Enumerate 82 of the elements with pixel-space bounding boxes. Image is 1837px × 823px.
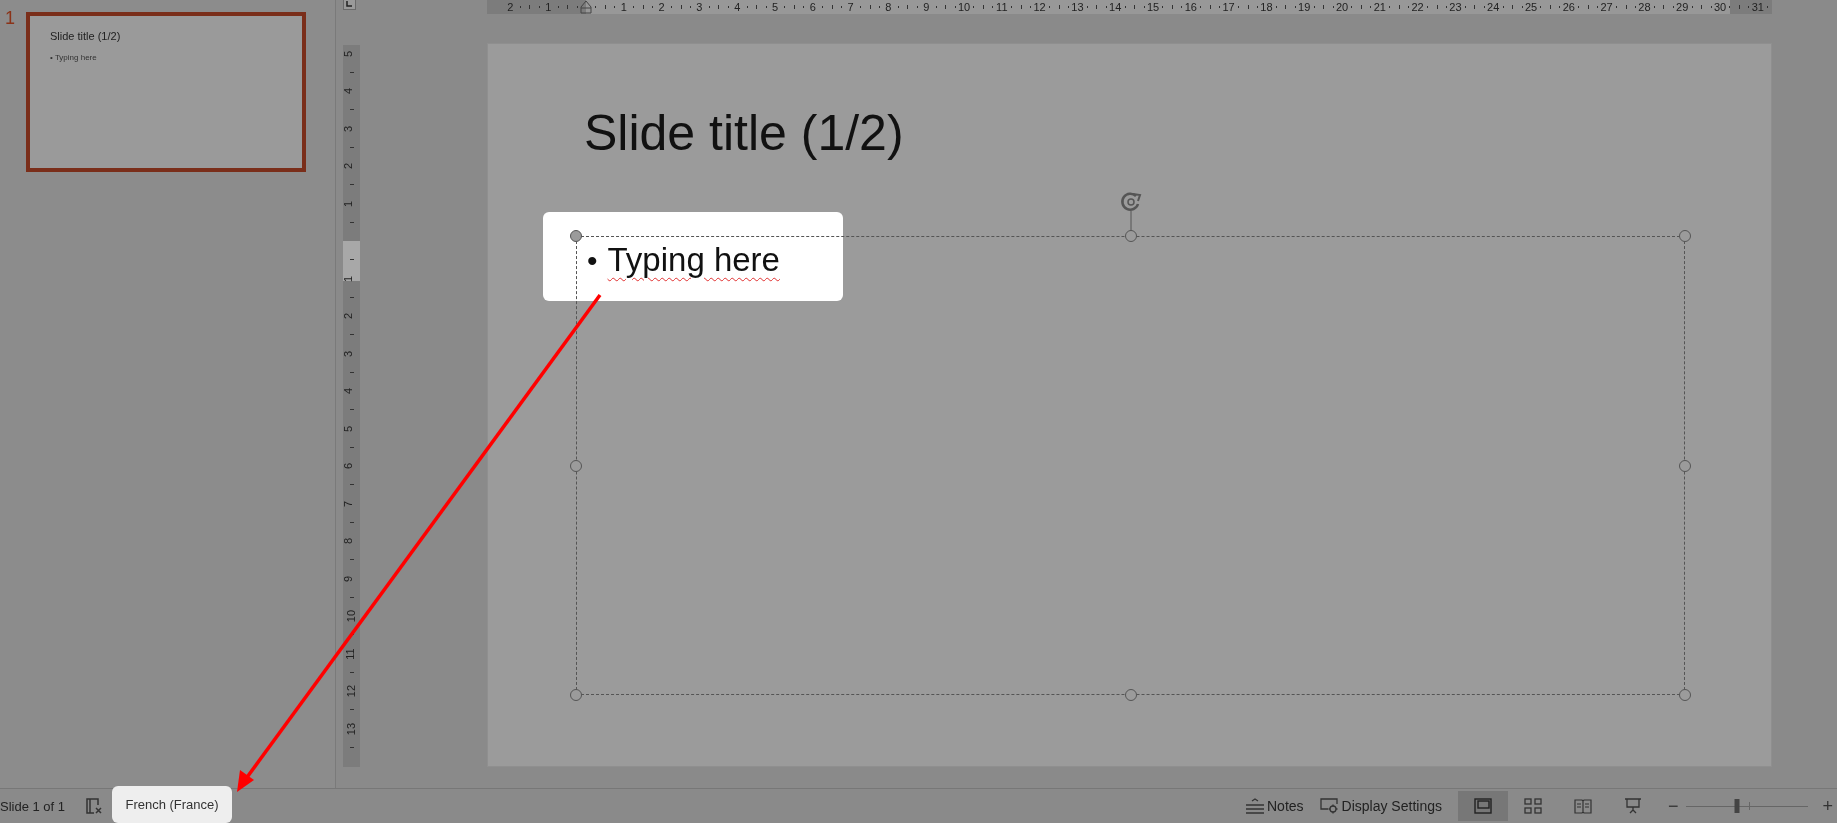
ruler-number: 3: [695, 0, 704, 14]
ruler-number: 7: [343, 500, 355, 507]
ruler-number: 25: [1523, 0, 1539, 14]
ruler-number: 31: [1750, 0, 1765, 14]
ruler-number: 7: [846, 0, 855, 14]
thumbnail-bullet: • Typing here: [50, 53, 98, 62]
ruler-number: 4: [343, 387, 355, 395]
ruler-number: 13: [344, 722, 358, 735]
ruler-number: 15: [1145, 0, 1161, 14]
ruler-number: 8: [884, 0, 893, 14]
ruler-number: 5: [770, 0, 780, 14]
ruler-number: 2: [343, 312, 355, 320]
normal-view-icon: [1473, 798, 1492, 814]
ruler-number: 6: [343, 462, 355, 470]
ruler-number: 13: [1070, 0, 1085, 14]
slide-counter: Slide 1 of 1: [0, 798, 66, 814]
ruler-number: 12: [344, 684, 358, 698]
zoom-out-button[interactable]: −: [1663, 795, 1683, 817]
resize-handle[interactable]: [1124, 689, 1137, 701]
thumbnail-title: Slide title (1/2): [50, 30, 122, 42]
ruler-number: 5: [343, 425, 355, 432]
ruler-number: 20: [1334, 0, 1350, 14]
notes-button[interactable]: Notes: [1237, 791, 1312, 821]
ruler-number: 23: [1448, 0, 1463, 14]
ruler-number: 1: [619, 0, 628, 14]
book-icon: [1573, 798, 1592, 814]
display-settings-button[interactable]: Display Settings: [1311, 791, 1450, 821]
ruler-number: 30: [1712, 0, 1728, 14]
ruler-number: 28: [1637, 0, 1652, 14]
ruler-number: 9: [343, 575, 355, 582]
ruler-number: 1: [544, 0, 553, 14]
notes-icon: [1245, 798, 1265, 814]
normal-view-button[interactable]: [1457, 791, 1508, 821]
ruler-number: 3: [343, 350, 355, 357]
resize-handle[interactable]: [1679, 459, 1691, 472]
zoom-in-button[interactable]: +: [1818, 795, 1837, 817]
ruler-number: 1: [343, 200, 355, 207]
projector-screen-icon: [1623, 798, 1642, 814]
language-button[interactable]: French (France): [112, 786, 233, 823]
ruler-number: 11: [344, 647, 358, 660]
ruler-number: 4: [343, 87, 355, 95]
accessibility-icon[interactable]: [85, 797, 104, 815]
ruler-number: 24: [1486, 0, 1501, 14]
ruler-number: 17: [1221, 0, 1236, 14]
grid-icon: [1523, 798, 1542, 814]
ruler-number: 18: [1259, 0, 1274, 14]
slide-number: 1: [5, 8, 15, 30]
ruler-number: 10: [344, 609, 358, 623]
ruler-number: 6: [808, 0, 817, 14]
ruler-number: 19: [1297, 0, 1312, 14]
ruler-number: 1: [343, 275, 355, 282]
ruler-number: 4: [733, 0, 742, 14]
ruler-number: 29: [1675, 0, 1690, 14]
ruler-number: 5: [343, 50, 355, 57]
ruler-highlight: [343, 241, 360, 281]
bullet: •: [587, 244, 598, 278]
ruler-number: 22: [1410, 0, 1425, 14]
slide-title[interactable]: Slide title (1/2): [584, 104, 904, 162]
ruler-number: 2: [657, 0, 666, 14]
ruler-number: 3: [343, 125, 355, 132]
monitor-gear-icon: [1319, 798, 1340, 814]
resize-handle[interactable]: [1679, 230, 1691, 242]
resize-handle[interactable]: [1124, 230, 1137, 242]
ruler-number: 10: [956, 0, 972, 14]
ruler-number: 26: [1561, 0, 1576, 14]
ruler-number: 2: [506, 0, 515, 14]
resize-handle[interactable]: [570, 459, 582, 472]
ruler-number: 2: [343, 162, 355, 170]
ruler-number: 14: [1108, 0, 1123, 14]
slide-thumbnail[interactable]: Slide title (1/2) • Typing here: [26, 12, 306, 172]
ruler-number: 11: [995, 0, 1009, 14]
ruler-number: 27: [1599, 0, 1614, 14]
ruler-number: 8: [343, 537, 355, 545]
bullet-text[interactable]: Typing here: [607, 241, 780, 279]
ruler-number: 16: [1183, 0, 1198, 14]
ruler-number: 21: [1372, 0, 1387, 14]
resize-handle[interactable]: [570, 689, 582, 701]
resize-handle[interactable]: [1679, 689, 1691, 701]
tab-selector-icon[interactable]: [343, 0, 356, 10]
indent-marker-icon[interactable]: [580, 0, 592, 14]
ruler-number: 9: [922, 0, 931, 14]
ruler-number: 12: [1032, 0, 1047, 14]
